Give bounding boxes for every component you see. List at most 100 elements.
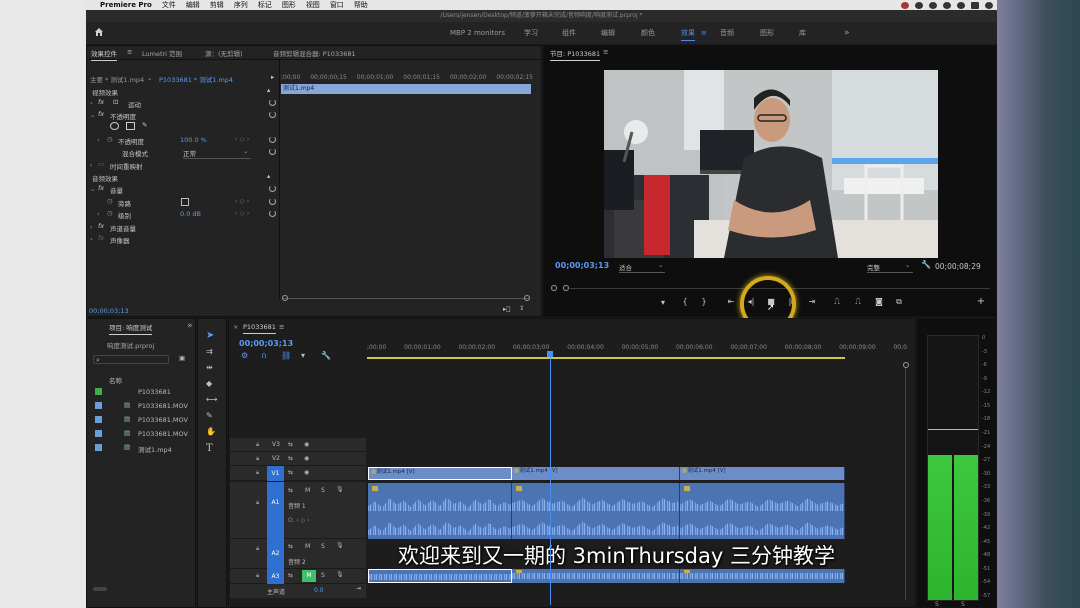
lock-icon[interactable]: 🔒︎ — [256, 469, 259, 477]
expand-arrow-icon[interactable]: › — [97, 210, 100, 218]
workspace-graphics[interactable]: 图形 — [760, 22, 774, 44]
close-tab-icon[interactable]: × — [233, 323, 238, 331]
effect-clip-bar[interactable]: 测试1.mp4 — [281, 84, 531, 94]
export-frame-icon[interactable]: ◙ — [874, 297, 884, 306]
pen-tool-icon[interactable]: ✎ — [206, 411, 213, 420]
reset-icon[interactable] — [269, 111, 276, 118]
menu-icon[interactable]: ≡ — [603, 48, 608, 56]
microphone-icon[interactable]: 🎙︎ — [336, 542, 344, 549]
settings-wrench-icon[interactable]: 🔧 — [921, 260, 931, 269]
project-item[interactable]: P1033681.MOV — [138, 402, 188, 410]
cloud-icon[interactable] — [943, 1, 951, 9]
meter-solo-right[interactable]: S — [961, 601, 965, 608]
reset-icon[interactable] — [269, 99, 276, 106]
sync-lock-icon[interactable]: ⇆ — [288, 543, 293, 550]
scrub-handle-right[interactable] — [563, 285, 569, 291]
app-menu[interactable]: Premiere Pro — [100, 1, 152, 9]
workspace-audio[interactable]: 音频 — [720, 22, 734, 44]
reset-icon[interactable] — [269, 198, 276, 205]
menu-icon[interactable]: ≡ — [127, 48, 132, 56]
microphone-icon[interactable]: 🎙︎ — [336, 571, 344, 578]
lock-icon[interactable]: 🔒︎ — [256, 441, 259, 449]
effect-volume[interactable]: 音量 — [110, 185, 123, 195]
selection-tool-icon[interactable]: ➤ — [206, 330, 214, 341]
zoom-scrollbar[interactable] — [283, 298, 529, 299]
expand-arrow-icon[interactable]: › — [97, 136, 100, 144]
track-label-v1[interactable]: V1 — [267, 466, 284, 481]
scrub-handle-left[interactable] — [551, 285, 557, 291]
fx-icon[interactable]: fx — [98, 98, 104, 106]
timeline-ruler[interactable]: ;00;00 00;00;01;00 00;00;02;00 00;00;03;… — [367, 344, 907, 351]
lock-icon[interactable]: 🔒︎ — [256, 545, 259, 553]
stopwatch-icon[interactable]: ◷ — [107, 135, 113, 143]
menu-view[interactable]: 视图 — [306, 0, 320, 10]
mute-button-active[interactable]: M — [302, 570, 316, 582]
tab-lumetri-scopes[interactable]: Lumetri 范围 — [142, 48, 182, 58]
vertical-scroll-handle[interactable] — [903, 362, 909, 368]
audio-clip[interactable] — [512, 569, 680, 583]
opacity-value[interactable]: 100.0 % — [180, 136, 207, 144]
chevron-down-icon[interactable]: ⌄ — [147, 74, 152, 82]
panel-more[interactable]: » — [187, 321, 193, 331]
effect-time-remap[interactable]: 时间重映射 — [110, 161, 143, 171]
eye-icon[interactable]: ◉ — [304, 441, 309, 448]
menu-help[interactable]: 帮助 — [354, 0, 368, 10]
home-icon[interactable] — [94, 27, 104, 37]
master-track-label[interactable]: 主声道 — [267, 587, 285, 596]
expand-arrow-icon[interactable]: › — [90, 235, 93, 243]
expand-arrow-icon[interactable]: › — [90, 223, 93, 231]
project-item[interactable]: 测试1.mp4 — [138, 444, 172, 454]
workspace-effects[interactable]: 效果 — [681, 22, 695, 44]
tab-source[interactable]: 源：(无剪辑) — [205, 48, 243, 58]
play-only-icon[interactable]: ▸ — [271, 73, 274, 81]
video-clip[interactable]: ▦测试1.mp4 [V] — [680, 467, 845, 480]
workspace-monitor-label[interactable]: MBP 2 monitors — [450, 22, 505, 44]
tab-audio-clip-mixer[interactable]: 音频剪辑混合器: P1033681 — [273, 48, 356, 58]
menu-icon[interactable]: ≡ — [279, 323, 284, 331]
nest-icon[interactable]: ⚙ — [241, 351, 248, 360]
keyframe-nav-icon[interactable]: ‹ ◇ › — [235, 135, 249, 143]
track-select-icon[interactable]: ⇉ — [206, 347, 213, 356]
effect-controls-timecode[interactable]: 00;00;03;13 — [89, 307, 129, 315]
add-marker-icon[interactable]: ▾ — [301, 351, 305, 360]
timeline-timecode[interactable]: 00;00;03;13 — [239, 339, 293, 348]
master-volume-value[interactable]: 0.0 — [314, 587, 324, 594]
solo-button[interactable]: S — [321, 543, 325, 550]
eye-icon[interactable]: ◉ — [304, 469, 309, 476]
source-clip-label[interactable]: 主要 * 测试1.mp4 — [90, 74, 144, 84]
menu-sequence[interactable]: 序列 — [234, 0, 248, 10]
ellipse-mask-icon[interactable] — [110, 122, 119, 130]
tab-project[interactable]: 项目: 响度测试 — [109, 322, 153, 335]
audio-clip[interactable] — [680, 483, 845, 539]
level-value[interactable]: 0.0 dB — [180, 210, 201, 218]
solo-button[interactable]: S — [321, 572, 325, 579]
program-timecode[interactable]: 00;00;03;13 — [555, 261, 609, 270]
workspace-menu-icon[interactable]: ≡ — [701, 22, 707, 44]
project-scrollbar[interactable] — [93, 587, 107, 591]
meter-solo-left[interactable]: S — [935, 601, 939, 608]
zoom-handle-left[interactable] — [282, 295, 288, 301]
tab-effect-controls[interactable]: 效果控件 — [91, 48, 117, 61]
display-icon[interactable] — [971, 1, 979, 9]
status-icon[interactable] — [929, 1, 937, 9]
sync-lock-icon[interactable]: ⇆ — [288, 469, 293, 476]
new-bin-icon[interactable]: ▣ — [179, 354, 185, 362]
snap-icon[interactable]: ∩ — [261, 351, 267, 360]
tab-timeline[interactable]: P1033681 — [243, 323, 276, 334]
slip-tool-icon[interactable]: ⟷ — [206, 395, 217, 404]
rectangle-mask-icon[interactable] — [126, 122, 135, 130]
bypass-checkbox[interactable] — [181, 198, 189, 206]
menu-edit[interactable]: 编辑 — [186, 0, 200, 10]
go-to-in-icon[interactable]: ⇤ — [726, 297, 736, 306]
chevron-down-icon[interactable]: ⌄ — [243, 147, 248, 155]
project-search-input[interactable]: ⌕ — [93, 355, 169, 364]
workspace-learn[interactable]: 学习 — [524, 22, 538, 44]
eye-icon[interactable]: ◉ — [304, 455, 309, 462]
collapse-arrow-icon[interactable]: ⌄ — [90, 185, 95, 193]
track-label-v3[interactable]: V3 — [272, 441, 280, 448]
menu-marker[interactable]: 标记 — [258, 0, 272, 10]
project-item[interactable]: P1033681 — [138, 388, 171, 396]
lock-icon[interactable]: 🔒︎ — [256, 499, 259, 507]
track-name-a2[interactable]: 音频 2 — [288, 557, 306, 566]
status-icon[interactable] — [915, 1, 923, 9]
